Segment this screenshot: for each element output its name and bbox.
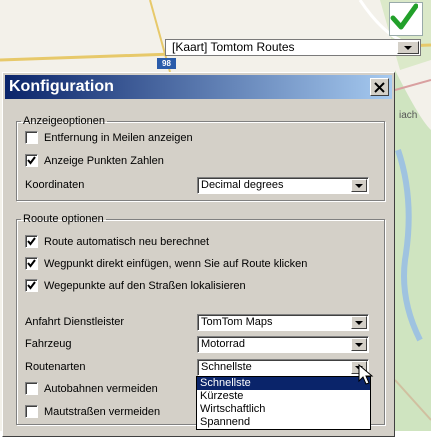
provider-value: TomTom Maps [201, 316, 273, 328]
checkmark-icon [27, 237, 36, 246]
route-type-option[interactable]: Kürzeste [197, 390, 370, 403]
locate-waypoint-checkbox[interactable] [25, 279, 38, 292]
avoid-highways-checkbox[interactable] [25, 382, 38, 395]
recalc-checkbox-row[interactable]: Route automatisch neu berechnet [25, 235, 209, 248]
checkmark-icon [27, 259, 36, 268]
insert-waypoint-label: Wegpunkt direkt einfügen, wenn Sie auf R… [44, 257, 308, 270]
avoid-tolls-label: Mautstraßen vermeiden [44, 405, 161, 418]
points-label: Anzeige Punkten Zahlen [44, 154, 164, 167]
vehicle-select[interactable]: Motorrad [197, 336, 369, 353]
chevron-down-icon[interactable] [351, 316, 367, 329]
recalc-label: Route automatisch neu berechnet [44, 235, 210, 248]
points-checkbox-row[interactable]: Anzeige Punkten Zahlen [25, 154, 164, 167]
close-icon [374, 81, 385, 93]
route-type-option[interactable]: Schnellste [197, 377, 370, 390]
vehicle-label: Fahrzeug [25, 338, 72, 350]
close-button[interactable] [370, 78, 389, 96]
provider-label: Anfahrt Dienstleister [25, 316, 125, 328]
dialog-titlebar[interactable]: Konfiguration [5, 75, 392, 99]
coordinates-label: Koordinaten [25, 179, 85, 191]
coordinates-value: Decimal degrees [201, 179, 284, 191]
insert-waypoint-checkbox-row[interactable]: Wegpunkt direkt einfügen, wenn Sie auf R… [25, 257, 307, 270]
route-type-option[interactable]: Wirtschaftlich [197, 403, 370, 416]
provider-select[interactable]: TomTom Maps [197, 314, 369, 331]
vehicle-value: Motorrad [201, 338, 246, 350]
confirm-button[interactable] [389, 2, 423, 36]
checkmark-icon [27, 281, 36, 290]
route-type-select[interactable]: Schnellste [197, 359, 369, 376]
chevron-down-icon[interactable] [397, 41, 419, 54]
avoid-highways-label: Autobahnen vermeiden [44, 382, 158, 395]
points-checkbox[interactable] [25, 154, 38, 167]
insert-waypoint-checkbox[interactable] [25, 257, 38, 270]
coordinates-select[interactable]: Decimal degrees [197, 177, 369, 194]
avoid-highways-checkbox-row[interactable]: Autobahnen vermeiden [25, 382, 158, 395]
avoid-tolls-checkbox[interactable] [25, 405, 38, 418]
route-type-option[interactable]: Spannend [197, 416, 370, 429]
checkmark-icon [27, 156, 36, 165]
route-options-legend: Rooute optionen [23, 213, 104, 225]
display-options-legend: Anzeigeoptionen [23, 115, 105, 127]
map-layer-select[interactable]: [Kaart] Tomtom Routes [165, 39, 421, 56]
chevron-down-icon[interactable] [351, 179, 367, 192]
dialog-title: Konfiguration [9, 78, 114, 95]
recalc-checkbox[interactable] [25, 235, 38, 248]
locate-waypoint-checkbox-row[interactable]: Wegepunkte auf den Straßen lokalisieren [25, 279, 246, 292]
route-type-value: Schnellste [201, 361, 252, 373]
route-type-dropdown-list[interactable]: Schnellste Kürzeste Wirtschaftlich Spann… [196, 376, 371, 430]
miles-checkbox-row[interactable]: Entfernung in Meilen anzeigen [25, 131, 193, 144]
chevron-down-icon[interactable] [351, 338, 367, 351]
map-layer-value: [Kaart] Tomtom Routes [172, 40, 295, 54]
miles-label: Entfernung in Meilen anzeigen [44, 131, 193, 144]
check-icon [390, 3, 418, 30]
avoid-tolls-checkbox-row[interactable]: Mautstraßen vermeiden [25, 405, 160, 418]
mouse-cursor-icon [358, 364, 374, 385]
miles-checkbox[interactable] [25, 131, 38, 144]
map-place-label: iach [399, 110, 418, 121]
locate-waypoint-label: Wegepunkte auf den Straßen lokalisieren [44, 279, 246, 292]
road-number-badge: 98 [157, 58, 176, 69]
route-type-label: Routenarten [25, 361, 86, 373]
